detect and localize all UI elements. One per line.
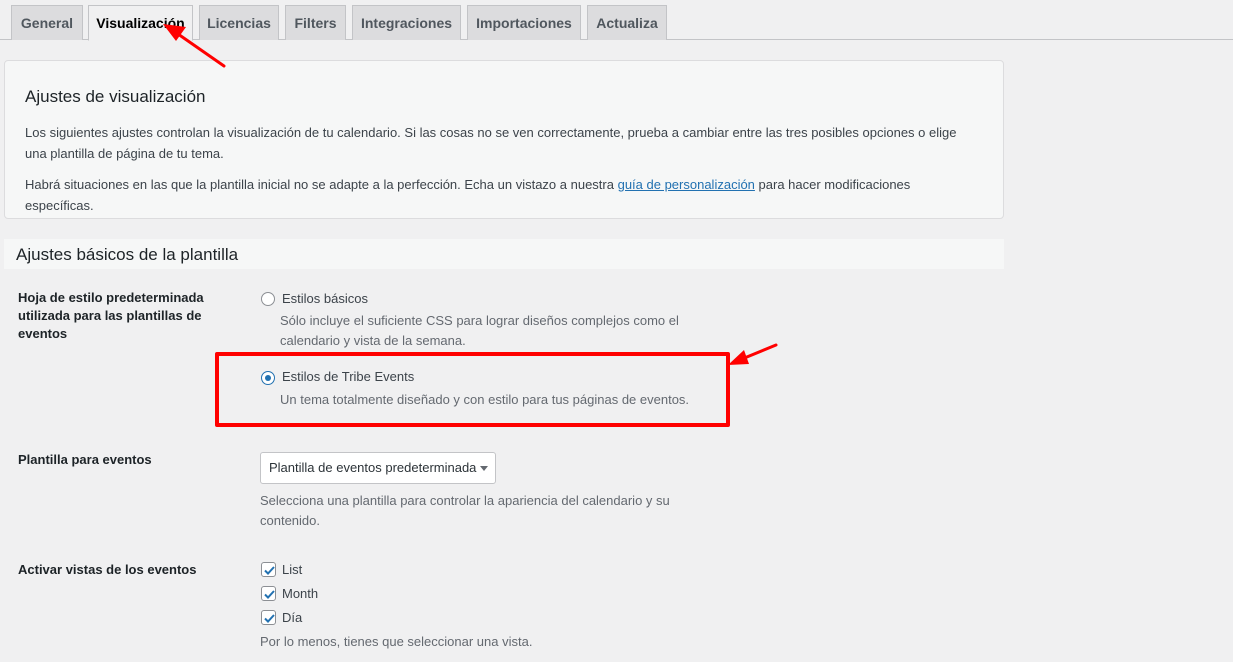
annotation-arrow-icon <box>163 24 778 365</box>
